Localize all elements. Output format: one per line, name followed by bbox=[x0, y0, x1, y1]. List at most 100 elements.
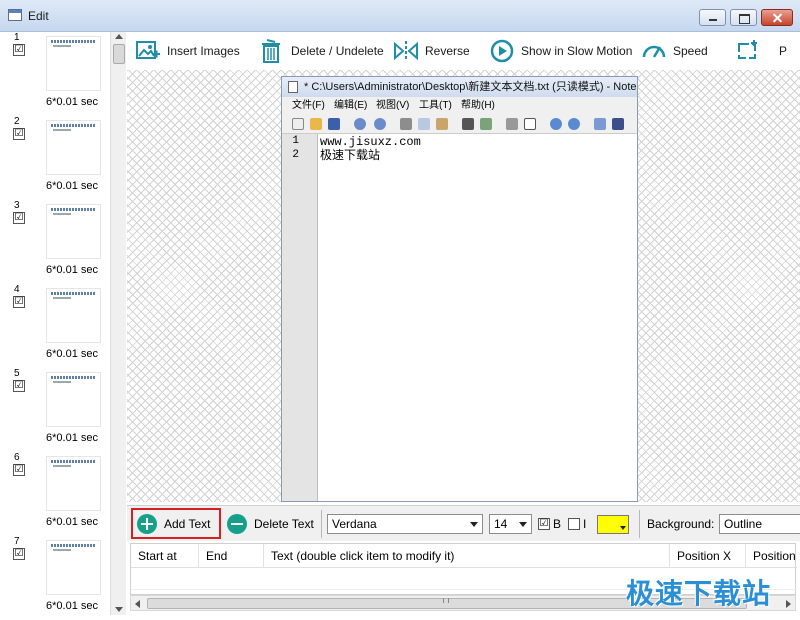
font-select-value: Verdana bbox=[332, 517, 377, 531]
speed-label: Speed bbox=[673, 44, 708, 58]
zoom-out-icon bbox=[568, 118, 580, 130]
frame-checkbox[interactable]: ☑ bbox=[13, 128, 25, 140]
frame-duration: 6*0.01 sec bbox=[46, 348, 98, 360]
frame-checkbox[interactable]: ☑ bbox=[13, 212, 25, 224]
frame-item[interactable]: 7 ☑ 6*0.01 sec bbox=[8, 536, 118, 615]
add-text-button[interactable]: Add Text bbox=[131, 508, 221, 539]
find-icon bbox=[462, 118, 474, 130]
play-circle-icon bbox=[490, 39, 514, 63]
insert-images-label: Insert Images bbox=[167, 44, 240, 58]
notepad-line: 极速下载站 bbox=[320, 149, 381, 163]
frame-thumbnail[interactable] bbox=[46, 456, 101, 511]
crop-frame-icon bbox=[738, 40, 757, 59]
background-select[interactable]: Outline bbox=[719, 514, 800, 534]
open-folder-icon bbox=[310, 118, 322, 130]
frame-item[interactable]: 4 ☑ 6*0.01 sec bbox=[8, 284, 118, 368]
frame-item[interactable]: 5 ☑ 6*0.01 sec bbox=[8, 368, 118, 452]
reverse-button[interactable]: Reverse bbox=[393, 32, 470, 70]
save-icon bbox=[328, 118, 340, 130]
font-size-value: 14 bbox=[494, 517, 508, 531]
app-icon bbox=[8, 9, 22, 21]
speedometer-icon bbox=[642, 45, 666, 58]
separator bbox=[639, 510, 640, 538]
notepad-menu-view: 视图(V) bbox=[376, 100, 410, 111]
plus-circle-icon bbox=[137, 513, 157, 534]
title-bar: Edit bbox=[0, 0, 800, 32]
frame-item[interactable]: 1 ☑ 6*0.01 sec bbox=[8, 32, 118, 116]
italic-checkbox[interactable] bbox=[568, 518, 580, 530]
frame-number: 4 bbox=[14, 284, 20, 295]
font-select[interactable]: Verdana bbox=[327, 514, 483, 534]
frame-preview-image: * C:\Users\Administrator\Desktop\新建文本文档.… bbox=[281, 76, 638, 502]
trash-icon bbox=[262, 39, 280, 63]
scroll-right-arrow-icon[interactable] bbox=[786, 600, 791, 608]
column-header-position-y[interactable]: Position bbox=[746, 544, 797, 568]
column-header-position-x[interactable]: Position X bbox=[670, 544, 746, 568]
text-color-picker[interactable] bbox=[597, 515, 629, 534]
frame-duration: 6*0.01 sec bbox=[46, 432, 98, 444]
notepad-menu-help: 帮助(H) bbox=[461, 100, 495, 111]
maximize-button[interactable] bbox=[730, 9, 757, 26]
wrench-icon bbox=[506, 118, 518, 130]
watermark-text: 极速下载站 bbox=[626, 578, 772, 609]
scrollbar-thumb[interactable] bbox=[113, 44, 125, 64]
scroll-left-arrow-icon[interactable] bbox=[135, 600, 140, 608]
frame-item[interactable]: 2 ☑ 6*0.01 sec bbox=[8, 116, 118, 200]
notepad-title-text: * C:\Users\Administrator\Desktop\新建文本文档.… bbox=[304, 81, 637, 93]
frame-item[interactable]: 3 ☑ 6*0.01 sec bbox=[8, 200, 118, 284]
frame-duration: 6*0.01 sec bbox=[46, 600, 98, 612]
notepad-toolbar bbox=[282, 114, 637, 134]
cut-icon bbox=[400, 118, 412, 130]
copy-icon bbox=[418, 118, 430, 130]
partial-toolbar-button[interactable]: P bbox=[735, 32, 787, 70]
frame-list: 1 ☑ 6*0.01 sec 2 ☑ 6*0.01 sec 3 ☑ 6*0.01… bbox=[8, 32, 126, 615]
toolbar: Insert Images Delete / Undelete Reverse … bbox=[127, 32, 800, 70]
speed-button[interactable]: Speed bbox=[641, 32, 708, 70]
frame-thumbnail[interactable] bbox=[46, 204, 101, 259]
frame-checkbox[interactable]: ☑ bbox=[13, 44, 25, 56]
close-button[interactable] bbox=[761, 9, 793, 26]
notepad-line-numbers: 1 2 bbox=[282, 134, 318, 501]
frame-list-scrollbar[interactable] bbox=[110, 32, 126, 615]
delete-undelete-button[interactable]: Delete / Undelete bbox=[259, 32, 384, 70]
column-header-end[interactable]: End bbox=[199, 544, 264, 568]
frame-duration: 6*0.01 sec bbox=[46, 180, 98, 192]
frame-checkbox[interactable]: ☑ bbox=[13, 380, 25, 392]
chevron-down-icon bbox=[470, 522, 478, 527]
scroll-up-arrow-icon[interactable] bbox=[115, 34, 123, 39]
column-header-start[interactable]: Start at bbox=[131, 544, 199, 568]
frame-thumbnail[interactable] bbox=[46, 36, 101, 91]
scroll-down-arrow-icon[interactable] bbox=[115, 607, 123, 612]
column-header-text[interactable]: Text (double click item to modify it) bbox=[264, 544, 670, 568]
replace-icon bbox=[480, 118, 492, 130]
frame-number: 1 bbox=[14, 32, 20, 43]
frame-number: 7 bbox=[14, 536, 20, 547]
grip-icon bbox=[443, 598, 449, 603]
slow-motion-button[interactable]: Show in Slow Motion bbox=[489, 32, 632, 70]
delete-undelete-label: Delete / Undelete bbox=[291, 44, 384, 58]
notepad-title: * C:\Users\Administrator\Desktop\新建文本文档.… bbox=[282, 77, 637, 97]
frame-duration: 6*0.01 sec bbox=[46, 96, 98, 108]
frame-item[interactable]: 6 ☑ 6*0.01 sec bbox=[8, 452, 118, 536]
frame-checkbox[interactable]: ☑ bbox=[13, 464, 25, 476]
redo-icon bbox=[374, 118, 386, 130]
frame-thumbnail[interactable] bbox=[46, 288, 101, 343]
paste-icon bbox=[436, 118, 448, 130]
reverse-icon bbox=[394, 41, 418, 61]
frame-thumbnail[interactable] bbox=[46, 120, 101, 175]
minimize-button[interactable] bbox=[699, 9, 726, 26]
notepad-menu-file: 文件(F) bbox=[292, 100, 325, 111]
font-size-select[interactable]: 14 bbox=[489, 514, 532, 534]
frame-thumbnail[interactable] bbox=[46, 372, 101, 427]
frame-checkbox[interactable]: ☑ bbox=[13, 548, 25, 560]
delete-text-button[interactable]: Delete Text bbox=[223, 510, 314, 537]
frame-checkbox[interactable]: ☑ bbox=[13, 296, 25, 308]
italic-label: I bbox=[583, 517, 587, 531]
insert-images-button[interactable]: Insert Images bbox=[135, 32, 240, 70]
frame-thumbnail[interactable] bbox=[46, 540, 101, 595]
insert-image-icon bbox=[136, 41, 160, 59]
bold-checkbox[interactable]: ☑ bbox=[538, 518, 550, 530]
reverse-label: Reverse bbox=[425, 44, 470, 58]
notepad-menu-edit: 编辑(E) bbox=[334, 100, 368, 111]
line-number: 2 bbox=[292, 149, 299, 161]
